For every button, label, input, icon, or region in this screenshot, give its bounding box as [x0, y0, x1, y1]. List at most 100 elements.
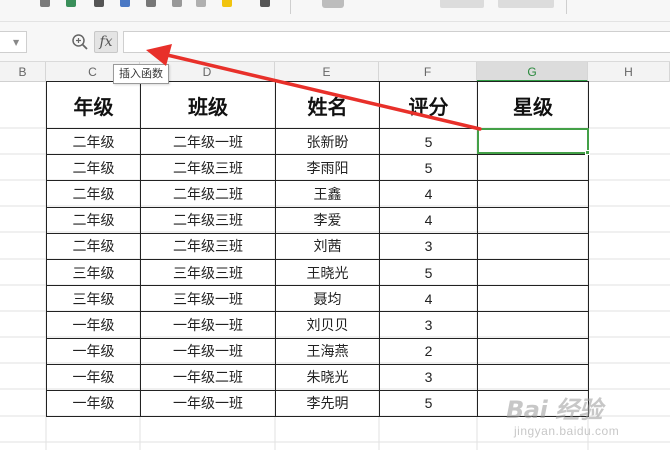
- cell-class[interactable]: 二年级三班: [140, 206, 276, 234]
- insert-function-tooltip: 插入函数: [113, 64, 169, 84]
- cell-star-level[interactable]: [477, 127, 589, 156]
- cell-class[interactable]: 二年级三班: [140, 154, 276, 182]
- column-header-h[interactable]: H: [588, 62, 670, 82]
- table-row: 三年级 三年级三班 王晓光 5: [46, 258, 589, 287]
- column-header-e[interactable]: E: [275, 62, 379, 82]
- cell-name[interactable]: 李先明: [275, 389, 380, 418]
- formula-input[interactable]: [123, 31, 670, 53]
- header-cell-grade[interactable]: 年级: [46, 81, 141, 129]
- column-header-f[interactable]: F: [379, 62, 477, 82]
- column-header-b[interactable]: B: [0, 62, 46, 82]
- toolbar-icon[interactable]: [146, 0, 156, 7]
- cell-grade[interactable]: 一年级: [46, 363, 141, 391]
- header-cell-star-level[interactable]: 星级: [477, 81, 589, 129]
- toolbar-icon[interactable]: [66, 0, 76, 7]
- header-cell-class[interactable]: 班级: [140, 81, 276, 129]
- cell-class[interactable]: 二年级二班: [140, 180, 276, 208]
- cell-class[interactable]: 二年级三班: [140, 232, 276, 260]
- cell-score[interactable]: 5: [379, 258, 478, 287]
- cell-grade[interactable]: 二年级: [46, 127, 141, 156]
- fill-handle[interactable]: [585, 150, 590, 155]
- table-row: 二年级 二年级三班 刘茜 3: [46, 232, 589, 260]
- cell-score[interactable]: 5: [379, 389, 478, 418]
- toolbar-button[interactable]: [322, 0, 344, 8]
- table-row: 三年级 三年级一班 聂均 4: [46, 285, 589, 313]
- cell-score[interactable]: 5: [379, 127, 478, 156]
- toolbar-icon[interactable]: [196, 0, 206, 7]
- header-cell-score[interactable]: 评分: [379, 81, 478, 129]
- cell-name[interactable]: 李雨阳: [275, 154, 380, 182]
- table-row: 一年级 一年级一班 王海燕 2: [46, 337, 589, 365]
- cell-grade[interactable]: 三年级: [46, 258, 141, 287]
- cell-score[interactable]: 4: [379, 206, 478, 234]
- cell-name[interactable]: 王晓光: [275, 258, 380, 287]
- zoom-lookup-icon[interactable]: [70, 32, 90, 52]
- cell-star-level[interactable]: [477, 363, 589, 391]
- cell-name[interactable]: 刘贝贝: [275, 311, 380, 339]
- cell-grade[interactable]: 二年级: [46, 232, 141, 260]
- cell-star-level[interactable]: [477, 285, 589, 313]
- name-box[interactable]: ▼: [0, 31, 27, 53]
- cell-score[interactable]: 3: [379, 232, 478, 260]
- cell-grade[interactable]: 一年级: [46, 337, 141, 365]
- column-header-g[interactable]: G: [477, 62, 588, 82]
- watermark-sub: jingyan.baidu.com: [514, 424, 620, 438]
- toolbar-separator: [566, 0, 567, 14]
- table-row: 二年级 二年级三班 李爱 4: [46, 206, 589, 234]
- cell-star-level[interactable]: [477, 232, 589, 260]
- cell-grade[interactable]: 三年级: [46, 285, 141, 313]
- toolbar-icon[interactable]: [40, 0, 50, 7]
- toolbar-separator: [290, 0, 291, 14]
- column-header-row: B C D E F G H: [0, 62, 670, 82]
- cell-star-level[interactable]: [477, 337, 589, 365]
- table-row: 一年级 一年级一班 刘贝贝 3: [46, 311, 589, 339]
- cell-class[interactable]: 一年级一班: [140, 337, 276, 365]
- cell-star-level[interactable]: [477, 154, 589, 182]
- cell-name[interactable]: 李爱: [275, 206, 380, 234]
- cell-class[interactable]: 一年级一班: [140, 311, 276, 339]
- cell-class[interactable]: 一年级二班: [140, 363, 276, 391]
- toolbar-menu[interactable]: [498, 0, 554, 8]
- ribbon-toolbar: [0, 0, 670, 22]
- cell-grade[interactable]: 二年级: [46, 206, 141, 234]
- toolbar-icon[interactable]: [120, 0, 130, 7]
- cell-score[interactable]: 3: [379, 311, 478, 339]
- toolbar-icon[interactable]: [222, 0, 232, 7]
- cell-class[interactable]: 三年级一班: [140, 285, 276, 313]
- insert-function-button[interactable]: fx: [94, 31, 118, 53]
- cell-grade[interactable]: 二年级: [46, 154, 141, 182]
- table-row: 二年级 二年级二班 王鑫 4: [46, 180, 589, 208]
- cell-class[interactable]: 二年级一班: [140, 127, 276, 156]
- toolbar-icon[interactable]: [94, 0, 104, 7]
- watermark-main: Bai 经验: [506, 396, 603, 424]
- toolbar-menu[interactable]: [440, 0, 484, 8]
- table-row: 二年级 二年级一班 张新盼 5: [46, 127, 589, 156]
- cell-grade[interactable]: 一年级: [46, 389, 141, 418]
- cell-name[interactable]: 朱晓光: [275, 363, 380, 391]
- table-row: 一年级 一年级二班 朱晓光 3: [46, 363, 589, 391]
- cell-star-level[interactable]: [477, 206, 589, 234]
- cell-name[interactable]: 王鑫: [275, 180, 380, 208]
- data-table: 年级 班级 姓名 评分 星级 二年级 二年级一班 张新盼 5 二年级 二年级三班 李雨阳 5 二…: [46, 81, 589, 418]
- cell-score[interactable]: 4: [379, 180, 478, 208]
- cell-score[interactable]: 3: [379, 363, 478, 391]
- header-cell-name[interactable]: 姓名: [275, 81, 380, 129]
- cell-name[interactable]: 张新盼: [275, 127, 380, 156]
- cell-score[interactable]: 4: [379, 285, 478, 313]
- cell-score[interactable]: 2: [379, 337, 478, 365]
- toolbar-icon[interactable]: [172, 0, 182, 7]
- cell-class[interactable]: 一年级一班: [140, 389, 276, 418]
- cell-grade[interactable]: 二年级: [46, 180, 141, 208]
- cell-name[interactable]: 刘茜: [275, 232, 380, 260]
- cell-star-level[interactable]: [477, 180, 589, 208]
- cell-star-level[interactable]: [477, 258, 589, 287]
- baidu-watermark: Bai 经验 jingyan.baidu.com: [506, 390, 656, 446]
- cell-name[interactable]: 聂均: [275, 285, 380, 313]
- cell-grade[interactable]: 一年级: [46, 311, 141, 339]
- cell-score[interactable]: 5: [379, 154, 478, 182]
- cell-name[interactable]: 王海燕: [275, 337, 380, 365]
- cell-star-level[interactable]: [477, 311, 589, 339]
- chevron-down-icon[interactable]: ▼: [13, 39, 19, 47]
- cell-class[interactable]: 三年级三班: [140, 258, 276, 287]
- toolbar-icon[interactable]: [260, 0, 270, 7]
